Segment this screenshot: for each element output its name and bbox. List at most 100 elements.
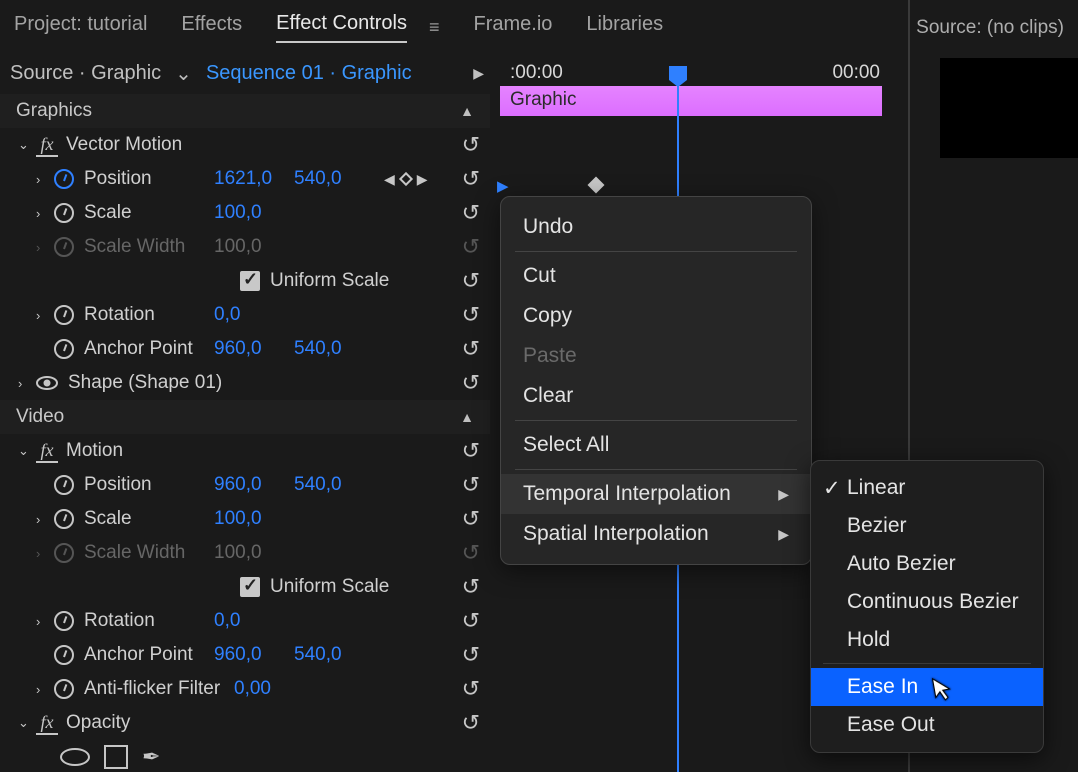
ctx-temporal-interpolation[interactable]: Temporal Interpolation ▶ [501, 474, 811, 514]
stopwatch-icon[interactable] [54, 305, 74, 325]
reset-icon[interactable]: ↺ [462, 642, 480, 668]
reset-icon[interactable]: ↺ [462, 506, 480, 532]
ctx-spatial-interpolation[interactable]: Spatial Interpolation ▶ [501, 514, 811, 554]
twirl-right-icon[interactable]: › [36, 172, 54, 187]
reset-icon[interactable]: ↺ [462, 438, 480, 464]
scale-value[interactable]: 100,0 [214, 508, 294, 530]
reset-icon[interactable]: ↺ [462, 472, 480, 498]
reset-icon[interactable]: ↺ [462, 268, 480, 294]
reset-icon[interactable]: ↺ [462, 200, 480, 226]
reset-icon[interactable]: ↺ [462, 336, 480, 362]
reset-icon[interactable]: ↺ [462, 574, 480, 600]
stopwatch-icon[interactable] [54, 203, 74, 223]
visibility-icon[interactable] [36, 375, 58, 391]
video-section-header[interactable]: Video ▲ [0, 400, 490, 434]
ctx-undo[interactable]: Undo [501, 207, 811, 247]
ctx-cut[interactable]: Cut [501, 256, 811, 296]
add-keyframe-icon[interactable] [399, 172, 413, 186]
scale-value[interactable]: 100,0 [214, 202, 294, 224]
twirl-down-icon[interactable]: ⌄ [18, 715, 36, 731]
stopwatch-icon[interactable] [54, 475, 74, 495]
play-icon[interactable]: ▶ [473, 65, 484, 82]
collapse-icon[interactable]: ▲ [460, 103, 474, 119]
rotation-value[interactable]: 0,0 [214, 610, 294, 632]
stopwatch-icon[interactable] [54, 509, 74, 529]
reset-icon[interactable]: ↺ [462, 676, 480, 702]
sub-ease-in[interactable]: Ease In [811, 668, 1043, 706]
breadcrumb-sequence[interactable]: Sequence 01 · Graphic [206, 62, 412, 85]
uniform-scale-checkbox[interactable] [240, 271, 260, 291]
clip-bar[interactable]: Graphic [500, 86, 882, 116]
stopwatch-icon[interactable] [54, 169, 74, 189]
twirl-right-icon[interactable]: › [36, 546, 54, 561]
sub-ease-out[interactable]: Ease Out [811, 706, 1043, 744]
vector-motion-row[interactable]: ⌄ fx Vector Motion ↺ [0, 128, 490, 162]
reset-icon[interactable]: ↺ [462, 710, 480, 736]
tab-project[interactable]: Project: tutorial [14, 13, 147, 42]
anchor-x-value[interactable]: 960,0 [214, 338, 294, 360]
sub-auto-bezier[interactable]: Auto Bezier [811, 545, 1043, 583]
fx-badge[interactable]: fx [36, 134, 58, 157]
anchor-x-value[interactable]: 960,0 [214, 644, 294, 666]
stopwatch-icon[interactable] [54, 679, 74, 699]
stopwatch-icon[interactable] [54, 339, 74, 359]
sub-continuous-bezier[interactable]: Continuous Bezier [811, 583, 1043, 621]
rotation-value[interactable]: 0,0 [214, 304, 294, 326]
reset-icon[interactable]: ↺ [462, 132, 480, 158]
breadcrumb-source[interactable]: Source · Graphic [10, 62, 161, 85]
prev-keyframe-icon[interactable]: ◀ [384, 171, 395, 188]
motion-row[interactable]: ⌄ fx Motion ↺ [0, 434, 490, 468]
panel-menu-icon[interactable]: ≡ [429, 17, 440, 38]
position-x-value[interactable]: 960,0 [214, 474, 294, 496]
rectangle-mask-icon[interactable] [104, 745, 128, 769]
twirl-right-icon[interactable]: › [36, 512, 54, 527]
twirl-down-icon[interactable]: ⌄ [18, 137, 36, 153]
separator [515, 420, 797, 421]
graphics-section-header[interactable]: Graphics ▲ [0, 94, 490, 128]
ctx-clear[interactable]: Clear [501, 376, 811, 416]
twirl-right-icon[interactable]: › [36, 682, 54, 697]
twirl-right-icon[interactable]: › [36, 206, 54, 221]
twirl-right-icon[interactable]: › [36, 308, 54, 323]
twirl-down-icon[interactable]: ⌄ [18, 443, 36, 459]
tab-libraries[interactable]: Libraries [586, 13, 663, 42]
reset-icon[interactable]: ↺ [462, 608, 480, 634]
sub-hold[interactable]: Hold [811, 621, 1043, 659]
reset-icon[interactable]: ↺ [462, 370, 480, 396]
stopwatch-icon[interactable] [54, 645, 74, 665]
stopwatch-icon[interactable] [54, 611, 74, 631]
source-monitor[interactable] [940, 58, 1078, 158]
sub-linear[interactable]: Linear [811, 469, 1043, 507]
antiflicker-value[interactable]: 0,00 [234, 678, 314, 700]
chevron-down-icon[interactable]: ⌄ [175, 61, 192, 86]
uniform-scale-checkbox[interactable] [240, 577, 260, 597]
position-y-value[interactable]: 540,0 [294, 168, 374, 190]
ctx-copy[interactable]: Copy [501, 296, 811, 336]
tab-effects[interactable]: Effects [181, 13, 242, 42]
keyframe-diamond-icon[interactable] [588, 177, 605, 194]
opacity-row[interactable]: ⌄ fx Opacity ↺ [0, 706, 490, 740]
time-ruler[interactable]: :00:00 00:00 [492, 58, 892, 86]
tab-frameio[interactable]: Frame.io [474, 13, 553, 42]
twirl-right-icon[interactable]: › [18, 376, 36, 391]
ellipse-mask-icon[interactable] [60, 748, 90, 766]
tab-effect-controls[interactable]: Effect Controls [276, 12, 407, 43]
ctx-select-all[interactable]: Select All [501, 425, 811, 465]
anchor-y-value[interactable]: 540,0 [294, 644, 374, 666]
shape-row[interactable]: › Shape (Shape 01) ↺ [0, 366, 490, 400]
twirl-right-icon[interactable]: › [36, 240, 54, 255]
reset-icon[interactable]: ↺ [462, 166, 480, 192]
fx-badge[interactable]: fx [36, 440, 58, 463]
next-keyframe-icon[interactable]: ▶ [417, 171, 428, 188]
keyframe-start-icon[interactable]: ▶ [497, 177, 509, 195]
pen-mask-icon[interactable]: ✒ [142, 744, 160, 770]
fx-badge[interactable]: fx [36, 712, 58, 735]
reset-icon[interactable]: ↺ [462, 302, 480, 328]
position-y-value[interactable]: 540,0 [294, 474, 374, 496]
anchor-y-value[interactable]: 540,0 [294, 338, 374, 360]
sub-bezier[interactable]: Bezier [811, 507, 1043, 545]
vm-rotation-row: › Rotation 0,0 ↺ [0, 298, 490, 332]
collapse-icon[interactable]: ▲ [460, 409, 474, 425]
position-x-value[interactable]: 1621,0 [214, 168, 294, 190]
twirl-right-icon[interactable]: › [36, 614, 54, 629]
